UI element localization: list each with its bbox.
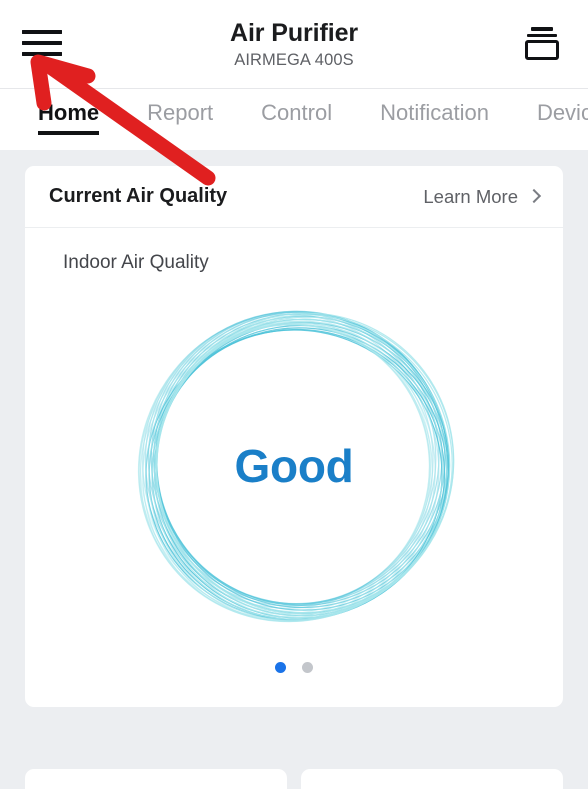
tab-home[interactable]: Home <box>38 89 100 135</box>
lower-card-left[interactable] <box>25 769 287 789</box>
current-air-quality-card: Current Air Quality Learn More Indoor Ai… <box>25 166 563 707</box>
air-quality-gauge: Good <box>25 276 563 656</box>
tab-control[interactable]: Control <box>261 89 332 126</box>
devices-icon-box <box>525 40 559 60</box>
lower-card-right[interactable] <box>301 769 563 789</box>
hamburger-bar-3 <box>22 52 62 56</box>
app-header: Air Purifier AIRMEGA 400S <box>0 0 588 88</box>
hamburger-menu-icon[interactable] <box>22 26 64 60</box>
tab-device-management[interactable]: Device Ma <box>537 89 588 126</box>
air-quality-value: Good <box>234 440 354 492</box>
chevron-right-icon <box>526 188 542 204</box>
indoor-air-quality-label: Indoor Air Quality <box>63 252 209 273</box>
learn-more-button[interactable]: Learn More <box>423 185 542 208</box>
tab-notification[interactable]: Notification <box>380 89 489 126</box>
card-title: Current Air Quality <box>49 185 228 207</box>
main-content: Current Air Quality Learn More Indoor Ai… <box>0 150 588 789</box>
hamburger-bar-1 <box>22 30 62 34</box>
devices-icon-bar-mid <box>527 33 557 37</box>
devices-icon-bar-top <box>531 27 553 31</box>
pagination-dot-1[interactable] <box>275 662 286 673</box>
hamburger-bar-2 <box>22 41 62 45</box>
lower-cards-row <box>25 769 563 789</box>
card-header: Current Air Quality Learn More <box>25 166 563 228</box>
stacked-devices-icon[interactable] <box>520 24 564 64</box>
learn-more-label: Learn More <box>423 185 518 207</box>
card-body: Indoor Air Quality Good <box>25 228 563 707</box>
carousel-pagination <box>25 656 563 707</box>
tab-bar: Home Report Control Notification Device … <box>0 88 588 150</box>
tab-report[interactable]: Report <box>147 89 213 126</box>
page-title: Air Purifier <box>230 18 358 47</box>
device-model-subtitle: AIRMEGA 400S <box>234 50 354 69</box>
pagination-dot-2[interactable] <box>302 662 313 673</box>
header-titles: Air Purifier AIRMEGA 400S <box>230 19 358 69</box>
